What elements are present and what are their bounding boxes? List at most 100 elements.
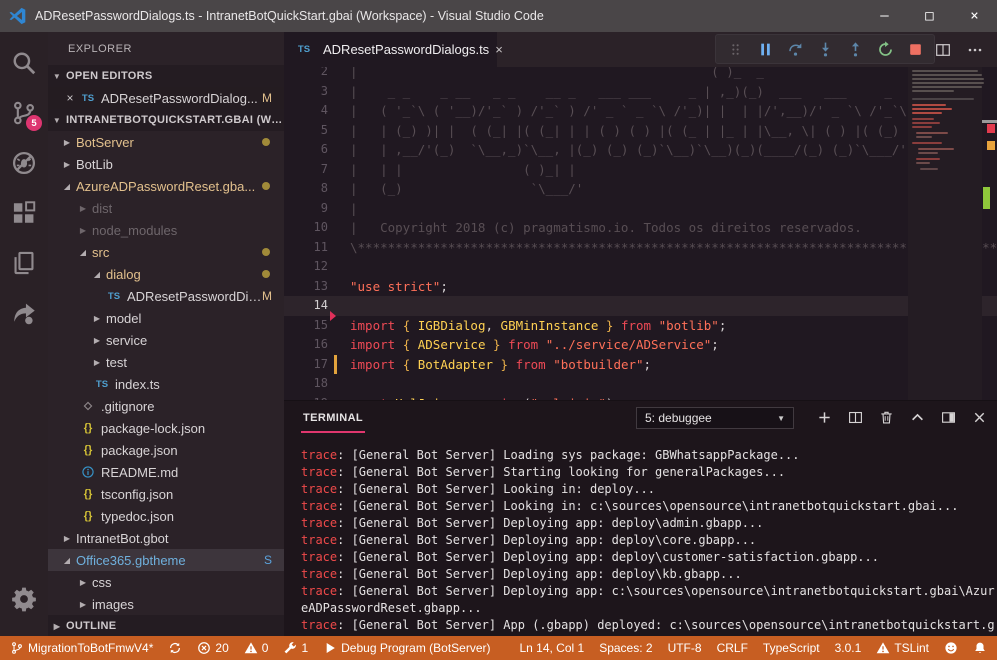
tab-close-icon[interactable]: × bbox=[495, 42, 503, 57]
status-indentation[interactable]: Spaces: 2 bbox=[599, 641, 652, 655]
tree-item[interactable]: ▶service bbox=[48, 329, 284, 351]
status-errors-label: 20 bbox=[215, 641, 228, 655]
close-editor-icon[interactable]: × bbox=[62, 91, 78, 105]
status-bar: MigrationToBotFmwV4* 20 01 Debug Program (B… bbox=[0, 636, 997, 660]
code-text: | | | ( )_| | bbox=[328, 162, 576, 177]
tree-item[interactable]: ▶model bbox=[48, 307, 284, 329]
code-line: 2| ( )_ _ bbox=[284, 67, 997, 82]
tab-adresetpassworddialogs[interactable]: TS ADResetPasswordDialogs.ts × bbox=[284, 32, 497, 67]
code-line: 4| ( '_`\ ( '__)/'_` ) /'_` ) /' _ ` _ `… bbox=[284, 101, 997, 121]
kill-terminal-icon[interactable] bbox=[876, 408, 896, 428]
tree-item[interactable]: ◢src bbox=[48, 241, 284, 263]
open-editor-item[interactable]: ×TSADResetPasswordDialog...M bbox=[48, 87, 284, 109]
open-editors-header[interactable]: ▼ OPEN EDITORS bbox=[48, 65, 284, 87]
step-over-icon[interactable] bbox=[782, 36, 808, 62]
tree-item[interactable]: ▶IntranetBot.gbot bbox=[48, 527, 284, 549]
pause-icon[interactable] bbox=[752, 36, 778, 62]
tree-item[interactable]: ◢Office365.gbthemeS bbox=[48, 549, 284, 571]
terminal-output[interactable]: trace: [General Bot Server] Loading sys … bbox=[284, 434, 997, 636]
tree-item[interactable]: .gitignore bbox=[48, 395, 284, 417]
minimap-line bbox=[912, 122, 940, 124]
step-into-icon[interactable] bbox=[812, 36, 838, 62]
editor-group: TS ADResetPasswordDialogs.ts × 2| ( )_ _… bbox=[284, 32, 997, 636]
outline-header[interactable]: ▶ OUTLINE bbox=[48, 615, 284, 636]
stop-icon[interactable] bbox=[902, 36, 928, 62]
json-file-icon: {} bbox=[80, 442, 96, 458]
close-panel-icon[interactable] bbox=[969, 408, 989, 428]
tree-item[interactable]: ▶images bbox=[48, 593, 284, 615]
search-icon[interactable] bbox=[0, 38, 48, 88]
minimize-button[interactable]: – bbox=[862, 0, 907, 32]
status-encoding[interactable]: UTF-8 bbox=[668, 641, 702, 655]
close-button[interactable]: × bbox=[952, 0, 997, 32]
new-terminal-icon[interactable] bbox=[814, 408, 834, 428]
tree-item[interactable]: ▶css bbox=[48, 571, 284, 593]
share-icon[interactable] bbox=[0, 288, 48, 338]
restart-icon[interactable] bbox=[872, 36, 898, 62]
status-notifications[interactable] bbox=[973, 641, 987, 655]
minimap[interactable] bbox=[908, 67, 982, 400]
modified-badge: M bbox=[262, 91, 272, 105]
debug-icon[interactable] bbox=[0, 138, 48, 188]
minimap-line bbox=[912, 112, 942, 114]
minimap-line bbox=[912, 126, 932, 128]
status-git-branch[interactable]: MigrationToBotFmwV4* bbox=[10, 641, 153, 655]
source-control-icon[interactable]: 5 bbox=[0, 88, 48, 138]
status-language-mode[interactable]: TypeScript bbox=[763, 641, 820, 655]
code-text bbox=[328, 376, 350, 391]
status-sync[interactable] bbox=[168, 641, 182, 655]
status-ts-version-label: 3.0.1 bbox=[835, 641, 862, 655]
extensions-icon[interactable] bbox=[0, 188, 48, 238]
terminal-selector[interactable]: 5: debuggee ▼ bbox=[636, 407, 794, 429]
terminal-tab[interactable]: TERMINAL bbox=[301, 403, 365, 433]
tree-item[interactable]: ▶node_modules bbox=[48, 219, 284, 241]
tree-item[interactable]: TSADResetPasswordDial...M bbox=[48, 285, 284, 307]
documents-icon[interactable] bbox=[0, 238, 48, 288]
status-tslint[interactable]: TSLint bbox=[876, 641, 929, 655]
status-eol[interactable]: CRLF bbox=[717, 641, 748, 655]
tree-item[interactable]: {}package-lock.json bbox=[48, 417, 284, 439]
settings-icon[interactable] bbox=[0, 574, 48, 624]
tree-item[interactable]: ◢AzureADPasswordReset.gba... bbox=[48, 175, 284, 197]
status-debug-launch[interactable]: Debug Program (BotServer) bbox=[323, 641, 490, 655]
overview-ruler bbox=[982, 67, 997, 400]
tree-item[interactable]: {}typedoc.json bbox=[48, 505, 284, 527]
step-out-icon[interactable] bbox=[842, 36, 868, 62]
tree-item-label: package-lock.json bbox=[101, 421, 205, 436]
line-number: 16 bbox=[284, 335, 328, 355]
wrench-icon bbox=[283, 641, 297, 655]
tree-item[interactable]: README.md bbox=[48, 461, 284, 483]
status-warnings[interactable]: 0 bbox=[244, 641, 269, 655]
split-terminal-icon[interactable] bbox=[845, 408, 865, 428]
status-cursor-position[interactable]: Ln 14, Col 1 bbox=[519, 641, 584, 655]
code-editor[interactable]: 2| ( )_ _3| _ _ _ __ _ _ __ _ ___ ___ _ … bbox=[284, 67, 997, 400]
tree-item[interactable]: ▶BotLib bbox=[48, 153, 284, 175]
maximize-button[interactable]: □ bbox=[907, 0, 952, 32]
tree-item[interactable]: ▶BotServer bbox=[48, 131, 284, 153]
tree-item[interactable]: ▶dist bbox=[48, 197, 284, 219]
split-editor-icon[interactable] bbox=[935, 42, 951, 58]
chevron-down-icon: ▼ bbox=[52, 72, 62, 81]
move-panel-icon[interactable] bbox=[938, 408, 958, 428]
status-ts-version[interactable]: 3.0.1 bbox=[835, 641, 862, 655]
line-number: 8 bbox=[284, 179, 328, 199]
tree-item[interactable]: ▶test bbox=[48, 351, 284, 373]
status-fixes[interactable]: 1 bbox=[283, 641, 308, 655]
status-feedback[interactable] bbox=[944, 641, 958, 655]
ts-file-icon: TS bbox=[106, 288, 122, 304]
code-text: | (_) `\___/' bbox=[328, 181, 583, 196]
tree-item[interactable]: ◢dialog bbox=[48, 263, 284, 285]
line-number: 10 bbox=[284, 218, 328, 238]
tree-item[interactable]: TSindex.ts bbox=[48, 373, 284, 395]
chevron-down-icon: ▼ bbox=[777, 414, 785, 423]
maximize-panel-icon[interactable] bbox=[907, 408, 927, 428]
warning-icon bbox=[244, 641, 258, 655]
chevron-right-icon: ▶ bbox=[78, 578, 88, 587]
open-editors-list: ×TSADResetPasswordDialog...M bbox=[48, 87, 284, 109]
chevron-down-icon: ◢ bbox=[62, 182, 72, 191]
tree-item[interactable]: {}tsconfig.json bbox=[48, 483, 284, 505]
workspace-header[interactable]: ▼ INTRANETBOTQUICKSTART.GBAI (WO... bbox=[48, 109, 284, 131]
more-actions-icon[interactable] bbox=[967, 42, 983, 58]
tree-item[interactable]: {}package.json bbox=[48, 439, 284, 461]
status-errors[interactable]: 20 bbox=[197, 641, 228, 655]
